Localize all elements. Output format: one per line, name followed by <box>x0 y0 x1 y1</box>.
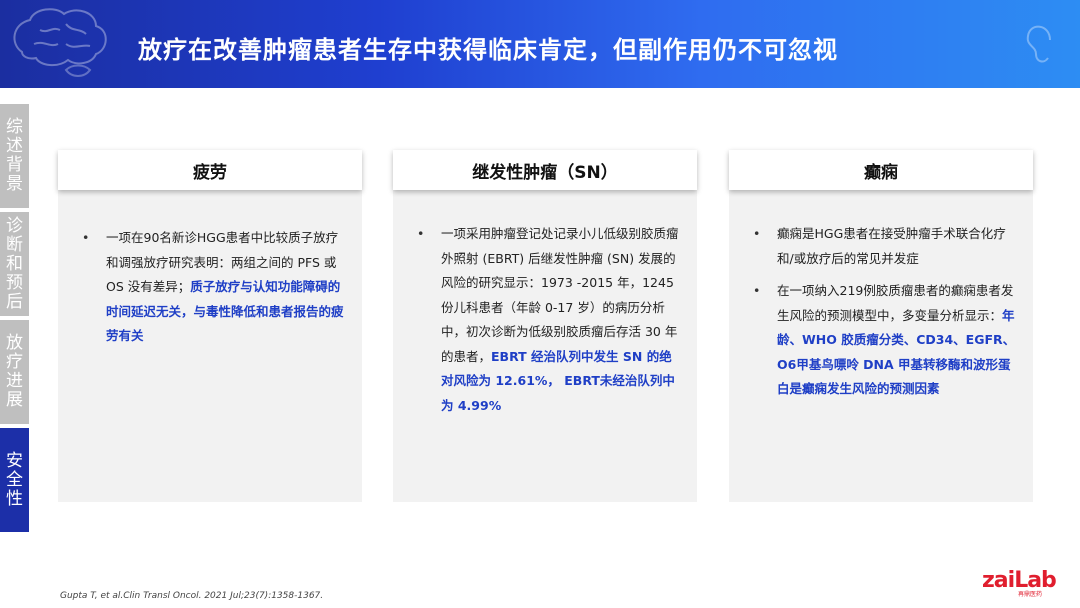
bullet-item: 癫痫是HGG患者在接受肿瘤手术联合化疗和/或放疗后的常见并发症 <box>753 222 1017 271</box>
bullet-text: 一项采用肿瘤登记处记录小儿低级别胶质瘤外照射 (EBRT) 后继发性肿瘤 (SN… <box>441 226 679 364</box>
brain-icon <box>13 8 107 77</box>
bullet-item: 一项采用肿瘤登记处记录小儿低级别胶质瘤外照射 (EBRT) 后继发性肿瘤 (SN… <box>417 222 681 418</box>
bullet-item: 在一项纳入219例胶质瘤患者的癫痫患者发生风险的预测模型中，多变量分析显示：年龄… <box>753 279 1017 402</box>
card-title: 继发性肿瘤（SN） <box>393 150 697 190</box>
card-epilepsy: 癫痫 癫痫是HGG患者在接受肿瘤手术联合化疗和/或放疗后的常见并发症 在一项纳入… <box>729 150 1033 502</box>
sidebar-item-label: 放疗进展 <box>6 333 23 410</box>
card-title: 疲劳 <box>58 150 362 190</box>
bullet-text: 在一项纳入219例胶质瘤患者的癫痫患者发生风险的预测模型中，多变量分析显示： <box>777 283 1014 323</box>
title-banner: 放疗在改善肿瘤患者生存中获得临床肯定，但副作用仍不可忽视 <box>0 0 1080 88</box>
logo-subtext: 再鼎医药 <box>1018 591 1043 598</box>
card-secondary-neoplasm: 继发性肿瘤（SN） 一项采用肿瘤登记处记录小儿低级别胶质瘤外照射 (EBRT) … <box>393 150 697 502</box>
company-logo: zaiLab 再鼎医药 <box>982 568 1062 598</box>
card-body: 一项在90名新诊HGG患者中比较质子放疗和调强放疗研究表明：两组之间的 PFS … <box>82 226 346 357</box>
page-title: 放疗在改善肿瘤患者生存中获得临床肯定，但副作用仍不可忽视 <box>138 36 838 64</box>
card-body: 癫痫是HGG患者在接受肿瘤手术联合化疗和/或放疗后的常见并发症 在一项纳入219… <box>753 222 1017 410</box>
reference-footnote: Gupta T, et al.Clin Transl Oncol. 2021 J… <box>60 591 324 601</box>
sidebar-item-label: 安全性 <box>6 450 23 509</box>
sidebar-item-label: 诊断和预后 <box>6 215 23 312</box>
card-title: 癫痫 <box>729 150 1033 190</box>
sidebar-item-safety[interactable]: 安全性 <box>0 428 29 532</box>
bullet-text: 癫痫是HGG患者在接受肿瘤手术联合化疗和/或放疗后的常见并发症 <box>777 226 1006 266</box>
sidebar-item-label: 综述背景 <box>6 117 23 194</box>
sidebar-item-background[interactable]: 综述背景 <box>0 104 29 208</box>
sidebar-item-radiotherapy[interactable]: 放疗进展 <box>0 320 29 424</box>
sidebar-item-diagnosis[interactable]: 诊断和预后 <box>0 212 29 316</box>
bullet-item: 一项在90名新诊HGG患者中比较质子放疗和调强放疗研究表明：两组之间的 PFS … <box>82 226 346 349</box>
card-fatigue: 疲劳 一项在90名新诊HGG患者中比较质子放疗和调强放疗研究表明：两组之间的 P… <box>58 150 362 502</box>
card-body: 一项采用肿瘤登记处记录小儿低级别胶质瘤外照射 (EBRT) 后继发性肿瘤 (SN… <box>417 222 681 426</box>
